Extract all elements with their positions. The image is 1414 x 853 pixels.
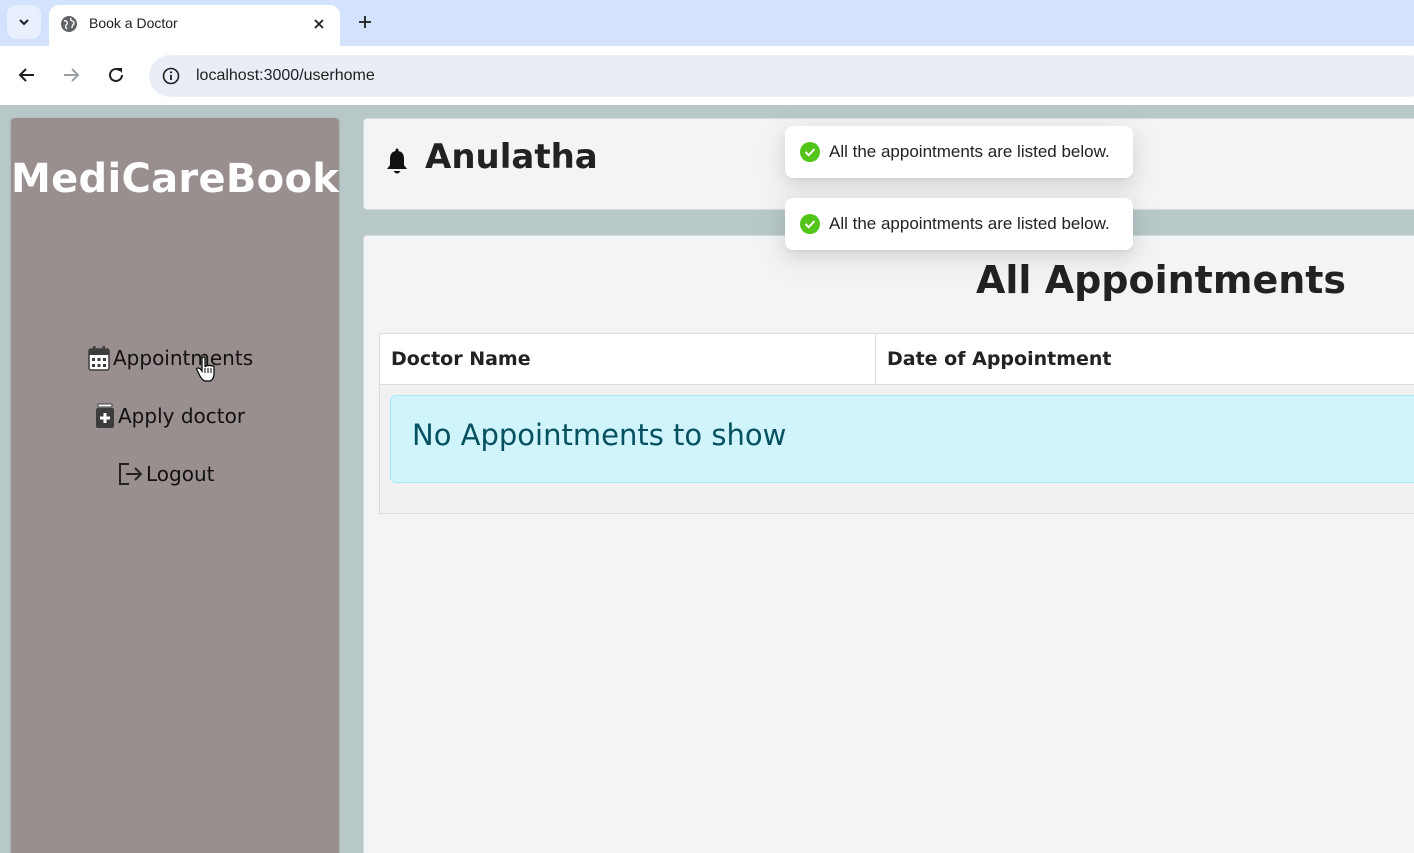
arrow-right-icon: [64, 68, 80, 82]
check-circle-icon: [800, 142, 820, 162]
appointments-table: Doctor Name Date of Appointment No Appoi…: [379, 333, 1414, 514]
logout-icon: [119, 463, 143, 485]
back-button[interactable]: [12, 60, 42, 90]
medical-file-icon: [96, 403, 114, 428]
site-info-button[interactable]: [159, 64, 183, 88]
url-text: localhost:3000/userhome: [196, 67, 375, 84]
hand-cursor-icon: [196, 356, 215, 382]
sidebar-item-label: Appointments: [113, 346, 254, 370]
bell-icon[interactable]: [386, 148, 408, 176]
calendar-icon: [88, 346, 110, 371]
info-icon: [162, 67, 180, 85]
chevron-down-icon: [19, 19, 29, 26]
sidebar-item-logout[interactable]: Logout: [117, 461, 214, 487]
browser-tab[interactable]: Book a Doctor: [49, 5, 340, 46]
address-bar[interactable]: localhost:3000/userhome: [149, 55, 1414, 97]
sidebar-item-appointments[interactable]: Appointments: [88, 345, 253, 371]
sidebar-item-apply-doctor[interactable]: Apply doctor: [95, 403, 245, 429]
appointments-card: All Appointments Doctor Name Date of App…: [363, 235, 1414, 853]
check-circle-icon: [800, 214, 820, 234]
tab-search-button[interactable]: [7, 5, 41, 39]
forward-button[interactable]: [56, 60, 86, 90]
reload-icon: [109, 67, 123, 82]
sidebar-item-label: Apply doctor: [118, 404, 246, 428]
sidebar-item-label: Logout: [146, 462, 215, 486]
plus-icon: [359, 16, 371, 28]
browser-toolbar: localhost:3000/userhome: [0, 46, 1414, 105]
new-tab-button[interactable]: [351, 8, 379, 36]
success-toast: All the appointments are listed below.: [785, 198, 1133, 250]
page: MediCareBook Appointments Apply doctor L…: [0, 105, 1414, 853]
user-name: Anulatha: [425, 137, 598, 177]
success-toast: All the appointments are listed below.: [785, 126, 1133, 178]
arrow-left-icon: [18, 68, 34, 82]
column-header-date: Date of Appointment: [887, 348, 1112, 370]
reload-button[interactable]: [101, 60, 131, 90]
table-header: Doctor Name Date of Appointment: [380, 334, 1414, 385]
toast-message: All the appointments are listed below.: [829, 142, 1110, 161]
brand-logo: MediCareBook: [11, 156, 340, 202]
toast-message: All the appointments are listed below.: [829, 214, 1110, 233]
empty-state-alert: No Appointments to show: [390, 395, 1414, 483]
browser-tab-bar: Book a Doctor: [0, 0, 1414, 46]
sidebar: MediCareBook Appointments Apply doctor L…: [11, 118, 339, 853]
tab-title: Book a Doctor: [89, 15, 178, 31]
tab-close-button[interactable]: [308, 13, 330, 35]
page-title: All Appointments: [976, 258, 1347, 302]
column-header-doctor-name: Doctor Name: [380, 334, 876, 384]
empty-state-message: No Appointments to show: [412, 418, 787, 452]
close-icon: [314, 19, 324, 29]
globe-icon: [61, 16, 77, 32]
